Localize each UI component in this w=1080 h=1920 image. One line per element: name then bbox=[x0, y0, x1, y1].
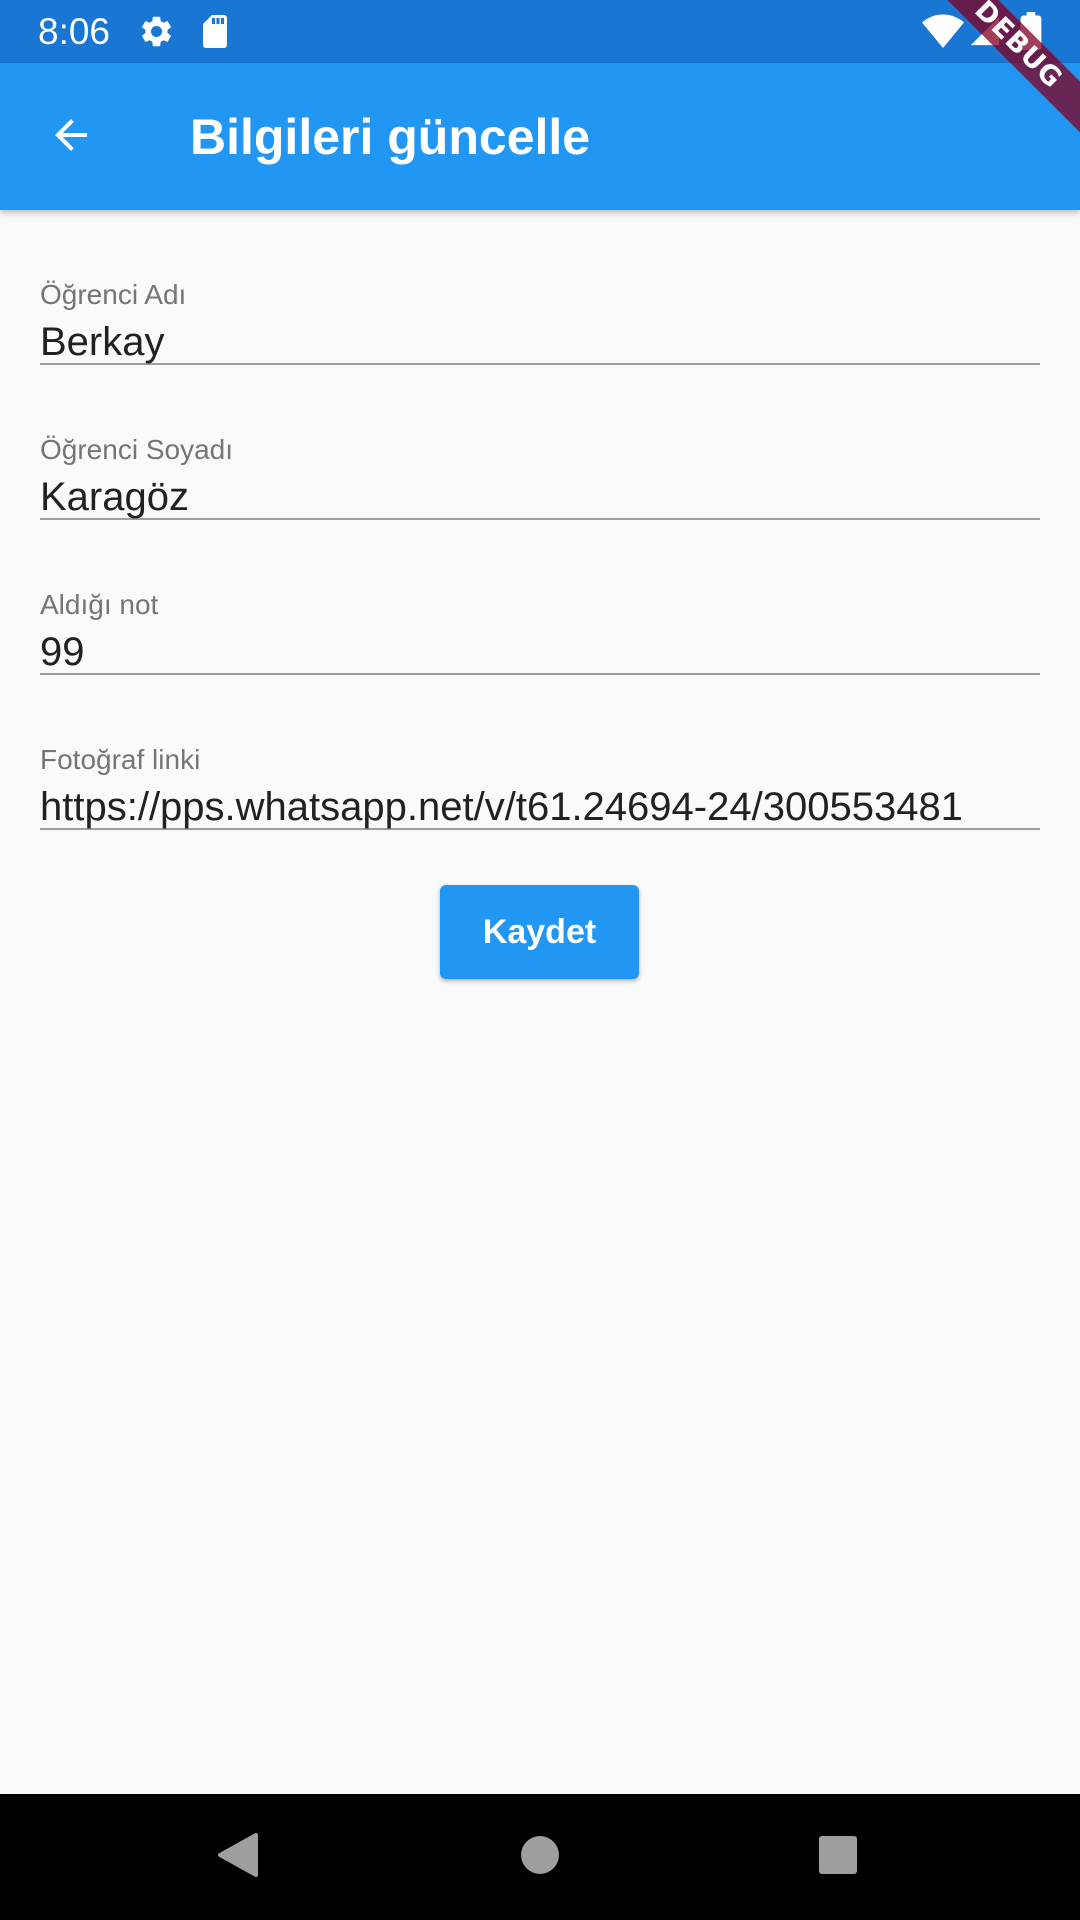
photo-link-input[interactable]: https://pps.whatsapp.net/v/t61.24694-24/… bbox=[40, 784, 1040, 830]
system-nav-bar bbox=[0, 1794, 1080, 1920]
grade-input[interactable]: 99 bbox=[40, 629, 1040, 675]
status-time: 8:06 bbox=[38, 11, 111, 52]
photo-link-field[interactable]: Fotoğraf linki https://pps.whatsapp.net/… bbox=[40, 675, 1040, 830]
back-button[interactable] bbox=[34, 100, 108, 174]
arrow-back-icon bbox=[47, 111, 95, 164]
wifi-icon bbox=[922, 14, 964, 53]
grade-label: Aldığı not bbox=[40, 589, 159, 620]
nav-back-icon bbox=[216, 1831, 260, 1884]
last-name-label: Öğrenci Soyadı bbox=[40, 434, 233, 465]
update-form: Öğrenci Adı Berkay Öğrenci Soyadı Karagö… bbox=[40, 210, 1040, 830]
first-name-label: Öğrenci Adı bbox=[40, 279, 187, 310]
nav-home-button[interactable] bbox=[500, 1817, 580, 1897]
status-bar: 8:06 bbox=[0, 0, 1080, 63]
save-button[interactable]: Kaydet bbox=[440, 885, 639, 979]
first-name-field[interactable]: Öğrenci Adı Berkay bbox=[40, 210, 1040, 365]
grade-field[interactable]: Aldığı not 99 bbox=[40, 520, 1040, 675]
sd-card-icon bbox=[200, 13, 230, 55]
nav-recents-button[interactable] bbox=[798, 1817, 878, 1897]
app-bar: Bilgileri güncelle bbox=[0, 63, 1080, 210]
nav-home-icon bbox=[520, 1835, 560, 1880]
page-title: Bilgileri güncelle bbox=[190, 109, 591, 165]
first-name-input[interactable]: Berkay bbox=[40, 319, 1040, 365]
nav-back-button[interactable] bbox=[198, 1817, 278, 1897]
last-name-input[interactable]: Karagöz bbox=[40, 474, 1040, 520]
screen: 8:06 DEBUG Bilgileri güncelle Öğrenci Ad… bbox=[0, 0, 1080, 1920]
photo-link-label: Fotoğraf linki bbox=[40, 744, 201, 775]
nav-recents-icon bbox=[818, 1835, 858, 1880]
settings-icon bbox=[138, 13, 175, 55]
last-name-field[interactable]: Öğrenci Soyadı Karagöz bbox=[40, 365, 1040, 520]
